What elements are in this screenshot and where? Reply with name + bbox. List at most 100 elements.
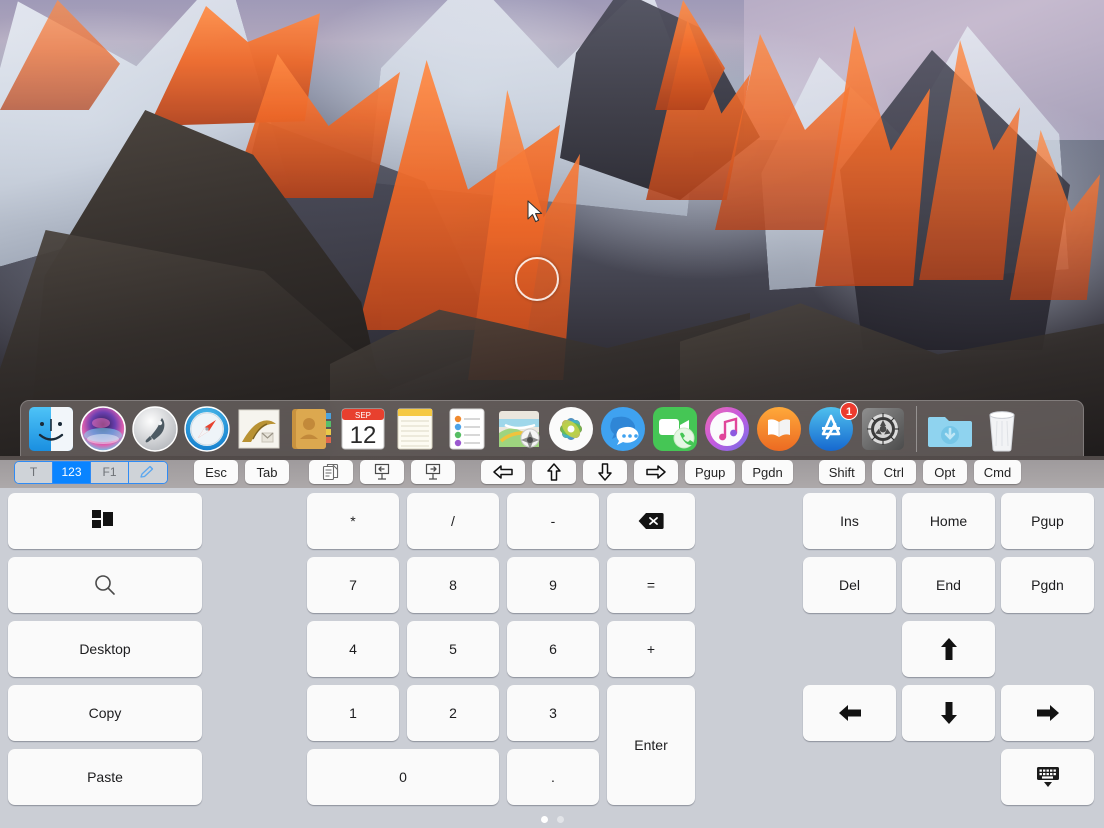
key-4[interactable]: 4 (307, 621, 399, 677)
key-7[interactable]: 7 (307, 557, 399, 613)
key-1[interactable]: 1 (307, 685, 399, 741)
keyboard-dismiss-icon (1035, 765, 1061, 789)
messages-icon[interactable] (599, 405, 647, 453)
trash-icon[interactable] (978, 405, 1026, 453)
toolbar-key-tab[interactable]: Tab (245, 460, 289, 484)
toolbar-key-left[interactable] (481, 460, 525, 484)
mail-icon[interactable] (235, 405, 283, 453)
key-paste[interactable]: Paste (8, 749, 202, 805)
downloads-folder-icon[interactable] (926, 405, 974, 453)
key-5[interactable]: 5 (407, 621, 499, 677)
key-2[interactable]: 2 (407, 685, 499, 741)
ibooks-icon[interactable] (755, 405, 803, 453)
toolbar-key-copy-docs[interactable] (309, 460, 353, 484)
key-slash[interactable]: / (407, 493, 499, 549)
key-copy[interactable]: Copy (8, 685, 202, 741)
toolbar-key-opt[interactable]: Opt (923, 460, 967, 484)
toolbar-key-right[interactable] (634, 460, 678, 484)
key-spotlight[interactable] (8, 557, 202, 613)
indent-icon (423, 463, 443, 481)
toolbar-key-outdent[interactable] (360, 460, 404, 484)
key-hide-keyboard[interactable] (1001, 749, 1094, 805)
key-3[interactable]: 3 (507, 685, 599, 741)
key-equals[interactable]: = (607, 557, 695, 613)
app-store-icon[interactable]: 1 (807, 405, 855, 453)
key-arrow-up[interactable] (902, 621, 995, 677)
facetime-icon[interactable] (651, 405, 699, 453)
arrow-left-icon (492, 464, 514, 480)
key-backspace[interactable] (607, 493, 695, 549)
arrow-right-icon (645, 464, 667, 480)
key-end[interactable]: End (902, 557, 995, 613)
dock-separator (916, 406, 917, 452)
key-0[interactable]: 0 (307, 749, 499, 805)
arrow-down-icon (939, 700, 959, 726)
touch-ring-indicator (515, 257, 559, 301)
key-pgup[interactable]: Pgup (1001, 493, 1094, 549)
reminders-icon[interactable] (443, 405, 491, 453)
key-enter[interactable]: Enter (607, 685, 695, 805)
page-indicator (0, 816, 1104, 823)
itunes-icon[interactable] (703, 405, 751, 453)
app-store-badge: 1 (840, 402, 858, 420)
key-asterisk[interactable]: * (307, 493, 399, 549)
arrow-right-icon (1035, 703, 1061, 723)
key-plus[interactable]: + (607, 621, 695, 677)
toolbar-key-indent[interactable] (411, 460, 455, 484)
arrow-up-icon (939, 636, 959, 662)
mode-segment-numeric[interactable]: 123 (53, 462, 91, 483)
toolbar-key-ctrl[interactable]: Ctrl (872, 460, 916, 484)
toolbar-key-down[interactable] (583, 460, 627, 484)
mode-segment-text[interactable]: T (15, 462, 53, 483)
key-arrow-down[interactable] (902, 685, 995, 741)
outdent-icon (372, 463, 392, 481)
toolbar-key-esc[interactable]: Esc (194, 460, 238, 484)
key-home[interactable]: Home (902, 493, 995, 549)
key-9[interactable]: 9 (507, 557, 599, 613)
key-desktop[interactable]: Desktop (8, 621, 202, 677)
key-del[interactable]: Del (803, 557, 896, 613)
arrow-up-icon (546, 462, 562, 482)
mission-control-icon (92, 510, 118, 532)
launchpad-icon[interactable] (131, 405, 179, 453)
safari-icon[interactable] (183, 405, 231, 453)
key-period[interactable]: . (507, 749, 599, 805)
backspace-icon (638, 512, 664, 530)
screen: SEP 12 (0, 0, 1104, 828)
key-arrow-left[interactable] (803, 685, 896, 741)
documents-icon (322, 463, 340, 481)
toolbar-key-shift[interactable]: Shift (819, 460, 865, 484)
key-8[interactable]: 8 (407, 557, 499, 613)
key-ins[interactable]: Ins (803, 493, 896, 549)
notes-icon[interactable] (391, 405, 439, 453)
mode-segmented-control[interactable]: T 123 F1 (14, 461, 168, 484)
keyboard-toolbar[interactable]: T 123 F1 Esc Tab (0, 456, 1104, 488)
calendar-day: 12 (350, 422, 377, 449)
dock[interactable]: SEP 12 (20, 400, 1084, 456)
system-preferences-icon[interactable] (859, 405, 907, 453)
contacts-icon[interactable] (287, 405, 335, 453)
toolbar-key-up[interactable] (532, 460, 576, 484)
calendar-icon[interactable]: SEP 12 (339, 405, 387, 453)
keypad: Desktop Copy Paste * / - 7 8 9 = 4 5 6 +… (0, 488, 1104, 828)
key-arrow-right[interactable] (1001, 685, 1094, 741)
pencil-icon[interactable] (129, 462, 167, 483)
key-6[interactable]: 6 (507, 621, 599, 677)
maps-icon[interactable] (495, 405, 543, 453)
page-dot-active[interactable] (541, 816, 548, 823)
page-dot[interactable] (557, 816, 564, 823)
calendar-month: SEP (355, 411, 371, 420)
key-pgdn[interactable]: Pgdn (1001, 557, 1094, 613)
mode-segment-function[interactable]: F1 (91, 462, 129, 483)
toolbar-key-cmd[interactable]: Cmd (974, 460, 1021, 484)
finder-icon[interactable] (27, 405, 75, 453)
key-minus[interactable]: - (507, 493, 599, 549)
key-mission-control[interactable] (8, 493, 202, 549)
toolbar-key-pgdn[interactable]: Pgdn (742, 460, 792, 484)
photos-icon[interactable] (547, 405, 595, 453)
arrow-left-icon (837, 703, 863, 723)
siri-icon[interactable] (79, 405, 127, 453)
toolbar-key-pgup[interactable]: Pgup (685, 460, 735, 484)
arrow-down-icon (597, 462, 613, 482)
mouse-pointer-icon (527, 200, 545, 224)
